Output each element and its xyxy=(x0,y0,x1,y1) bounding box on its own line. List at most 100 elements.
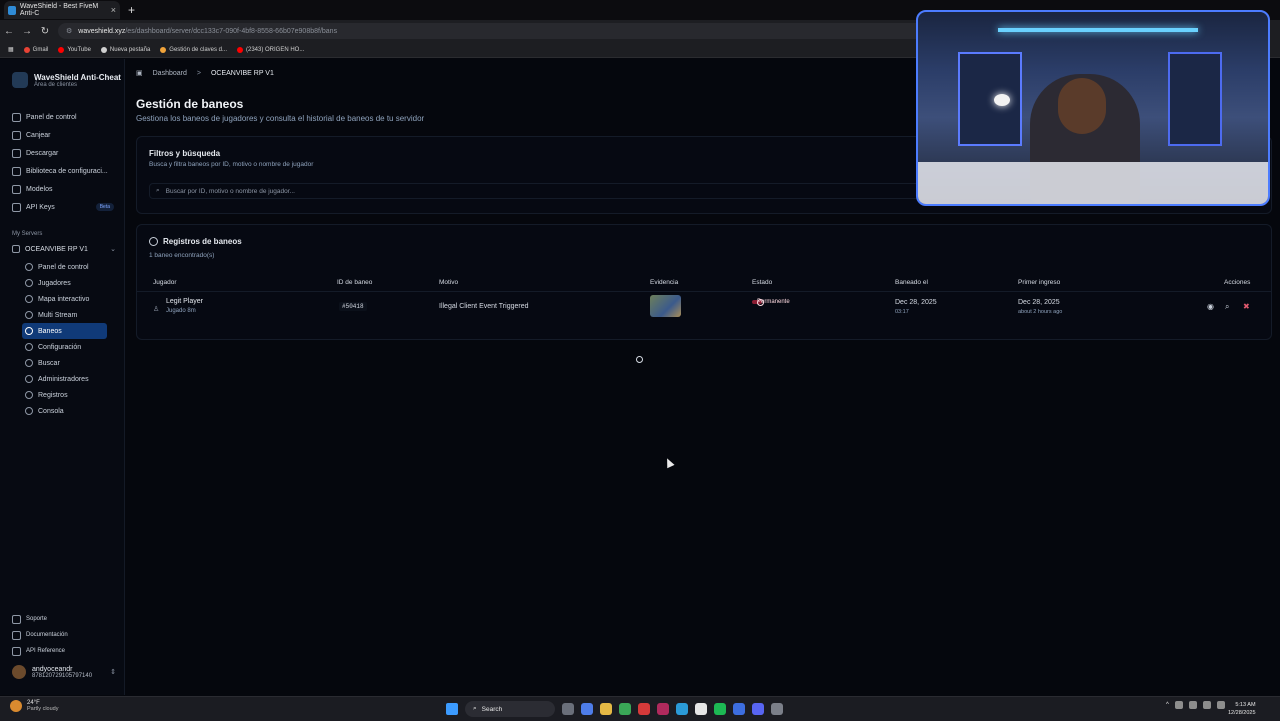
main-nav: Panel de control Canjear Descargar Bibli… xyxy=(8,108,120,216)
bookmark-key-management[interactable]: Gestión de claves d... xyxy=(160,46,227,53)
key-icon xyxy=(12,202,21,212)
server-nav-console[interactable]: Consola xyxy=(22,403,107,419)
terminal-icon xyxy=(25,407,33,415)
nav-download[interactable]: Descargar xyxy=(8,144,120,162)
wifi-icon[interactable] xyxy=(1202,701,1211,709)
nav-redeem[interactable]: Canjear xyxy=(8,126,120,144)
volume-icon[interactable] xyxy=(1216,701,1225,709)
bans-count: 1 baneo encontrado(s) xyxy=(149,252,215,259)
server-selector[interactable]: OCEANVIBE RP V1 ⌄ xyxy=(12,245,116,253)
col-first-join: Primer ingreso xyxy=(1018,279,1061,286)
mic-icon[interactable] xyxy=(1188,701,1197,709)
book-icon xyxy=(12,630,21,640)
reload-icon[interactable]: ↻ xyxy=(36,26,54,37)
nav-dashboard[interactable]: Panel de control xyxy=(8,108,120,126)
ban-id: #50418 xyxy=(339,302,367,311)
table-row[interactable]: ♙ Legit Player Jugado 8m #50418 Illegal … xyxy=(137,291,1271,325)
sidebar-toggle-icon[interactable]: ▣ xyxy=(136,69,143,77)
server-icon xyxy=(12,245,20,253)
taskbar-clock[interactable]: 5:13 AM 12/28/2025 xyxy=(1228,701,1256,717)
weather-icon xyxy=(10,700,22,712)
new-tab-icon[interactable]: + xyxy=(128,3,135,17)
app-icon[interactable] xyxy=(733,703,745,715)
home-icon xyxy=(12,112,21,122)
player-played: Jugado 8m xyxy=(166,308,196,314)
discord-icon[interactable] xyxy=(752,703,764,715)
brand[interactable]: WaveShield Anti-Cheat Área de clientes xyxy=(0,59,124,88)
breadcrumb-dashboard[interactable]: Dashboard xyxy=(153,70,187,77)
chrome-icon[interactable] xyxy=(619,703,631,715)
server-nav-players[interactable]: Jugadores xyxy=(22,275,107,291)
bookmark-new-tab[interactable]: Nueva pestaña xyxy=(100,46,150,53)
server-nav-admins[interactable]: Administradores xyxy=(22,371,107,387)
player-name: Legit Player xyxy=(166,298,203,305)
close-tab-icon[interactable]: × xyxy=(111,5,116,15)
col-status: Estado xyxy=(752,279,773,286)
site-info-icon[interactable]: ⚙ xyxy=(66,27,72,35)
bans-title-row: Registros de baneos xyxy=(149,237,242,246)
wall-panel xyxy=(1168,52,1222,146)
taskbar-search[interactable]: ⌕ Search xyxy=(465,701,555,717)
user-id: 878120729105797140 xyxy=(32,672,93,679)
back-icon[interactable]: ← xyxy=(0,26,18,37)
edge-icon[interactable] xyxy=(676,703,688,715)
server-nav-map[interactable]: Mapa interactivo xyxy=(22,291,107,307)
search-icon[interactable]: ⌕ xyxy=(1225,302,1229,312)
nav-docs[interactable]: Documentación xyxy=(12,627,68,643)
app-icon[interactable] xyxy=(695,703,707,715)
user-menu[interactable]: andyoceandr 878120729105797140 ⇕ xyxy=(12,665,116,679)
forward-icon[interactable]: → xyxy=(18,26,36,37)
clock-date: 12/28/2025 xyxy=(1228,710,1256,716)
evidence-thumbnail[interactable] xyxy=(650,295,681,317)
trash-icon[interactable]: ✖ xyxy=(1243,302,1250,311)
nav-api-keys[interactable]: API Keys Beta xyxy=(8,198,120,216)
task-view-icon[interactable] xyxy=(562,703,574,715)
col-evidence: Evidencia xyxy=(650,279,679,286)
server-nav-settings[interactable]: Configuración xyxy=(22,339,107,355)
app-icon[interactable] xyxy=(638,703,650,715)
server-nav-multistream[interactable]: Multi Stream xyxy=(22,307,107,323)
bans-title: Registros de baneos xyxy=(163,237,242,246)
beta-badge: Beta xyxy=(95,203,114,211)
server-nav-search[interactable]: Buscar xyxy=(22,355,107,371)
bookmark-youtube[interactable]: YouTube xyxy=(58,46,91,53)
avatar xyxy=(12,665,26,679)
nav-models[interactable]: Modelos xyxy=(8,180,120,198)
server-nav-logs[interactable]: Registros xyxy=(22,387,107,403)
spotify-icon[interactable] xyxy=(714,703,726,715)
browser-tab[interactable]: WaveShield - Best FiveM Anti-C × xyxy=(4,1,120,19)
tray-app-icon[interactable] xyxy=(1174,701,1183,709)
url-path: /es/dashboard/server/dcc133c7-090f-4bf8-… xyxy=(125,27,338,35)
col-ban-id: ID de baneo xyxy=(337,279,373,286)
brand-title: WaveShield Anti-Cheat xyxy=(34,72,121,82)
server-nav-dashboard[interactable]: Panel de control xyxy=(22,259,107,275)
tray-chevron-icon[interactable]: ^ xyxy=(1166,702,1169,708)
banned-date: Dec 28, 2025 xyxy=(895,299,937,306)
search-placeholder: Buscar por ID, motivo o nombre de jugado… xyxy=(165,187,295,195)
server-nav: Panel de control Jugadores Mapa interact… xyxy=(22,259,107,419)
weather-widget[interactable]: 24°F Partly cloudy xyxy=(10,700,59,712)
led-light xyxy=(998,28,1198,32)
bookmark-gmail[interactable]: Gmail xyxy=(23,46,48,53)
breadcrumb-current: OCEANVIBE RP V1 xyxy=(210,69,274,77)
ban-reason: Illegal Client Event Triggered xyxy=(439,303,529,310)
support-icon xyxy=(12,614,21,624)
app-icon[interactable] xyxy=(657,703,669,715)
windows-start-icon[interactable] xyxy=(446,703,458,715)
app-icon[interactable] xyxy=(771,703,783,715)
nav-config-library[interactable]: Biblioteca de configuraci... xyxy=(8,162,120,180)
chevron-updown-icon: ⇕ xyxy=(110,669,116,676)
map-icon xyxy=(25,295,33,303)
loading-spinner-icon xyxy=(636,356,643,363)
file-explorer-icon[interactable] xyxy=(600,703,612,715)
bookmark-origen[interactable]: (2343) ORIGEN HO... xyxy=(237,46,304,53)
copilot-icon[interactable] xyxy=(581,703,593,715)
server-nav-bans[interactable]: Baneos xyxy=(22,323,107,339)
user-icon: ♙ xyxy=(153,306,160,313)
apps-grid-icon[interactable]: ▦ xyxy=(8,46,14,53)
view-icon[interactable]: ◉ xyxy=(1207,302,1214,311)
url-bar[interactable]: ⚙ waveshield.xyz/es/dashboard/server/dcc… xyxy=(58,23,926,39)
brand-subtitle: Área de clientes xyxy=(34,81,78,88)
nav-api-reference[interactable]: API Reference xyxy=(12,643,68,659)
nav-support[interactable]: Soporte xyxy=(12,611,68,627)
